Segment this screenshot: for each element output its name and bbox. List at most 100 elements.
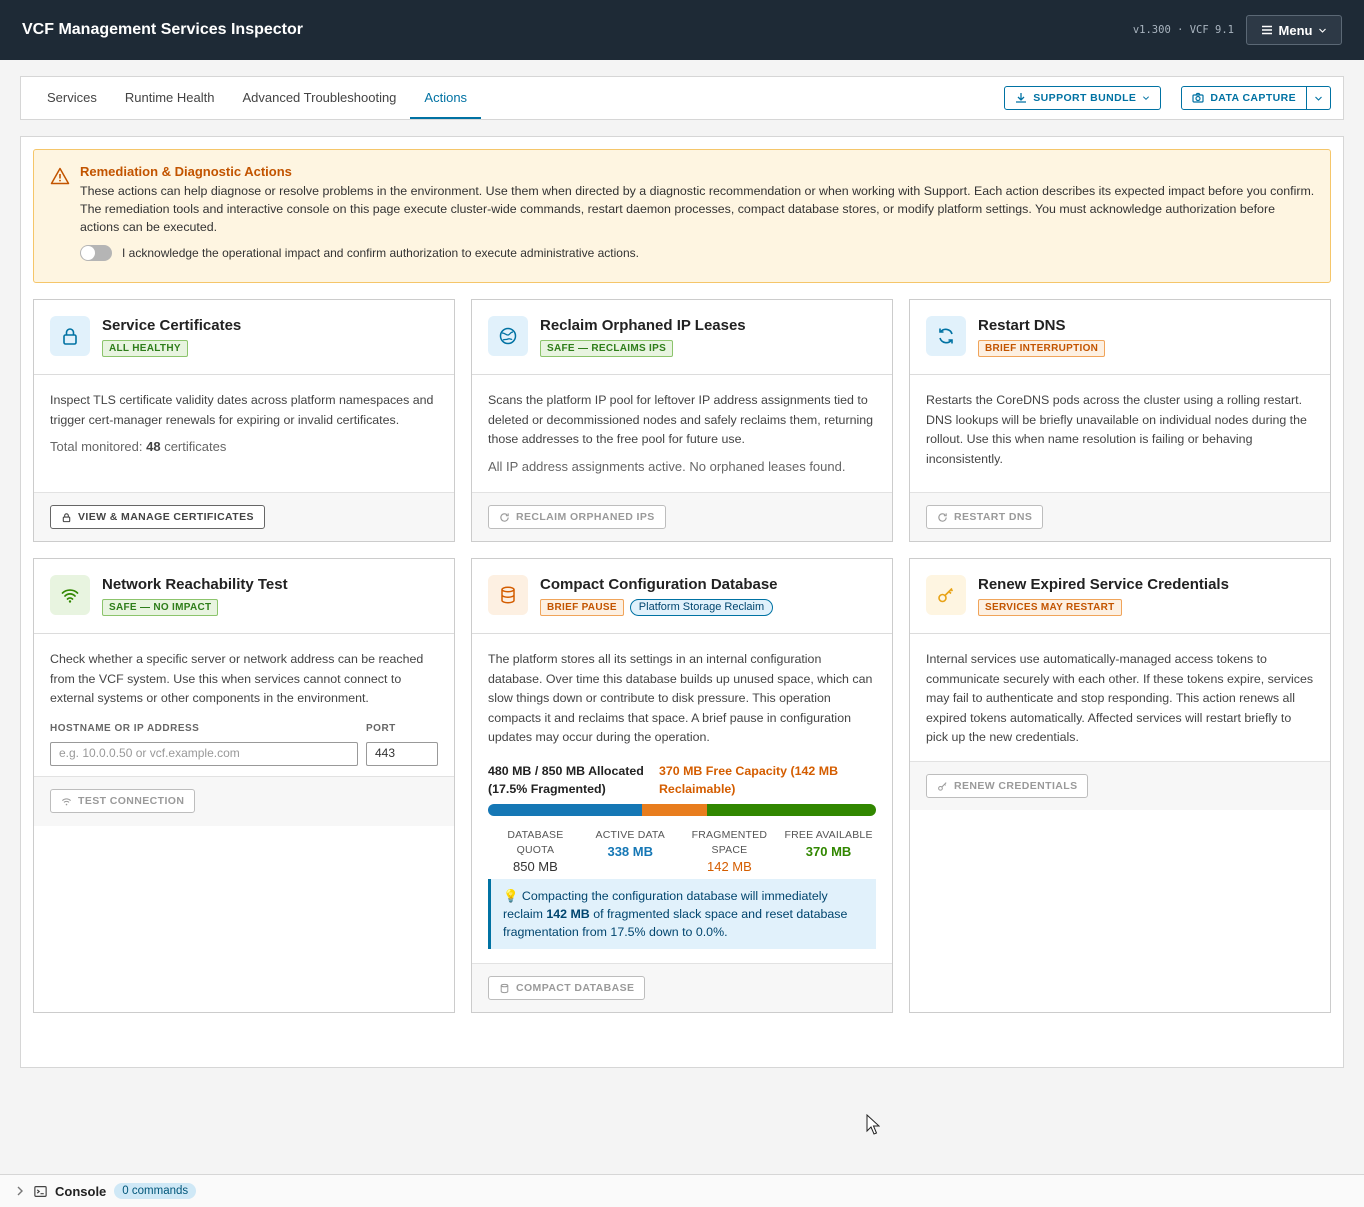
- renew-credentials-button[interactable]: RENEW CREDENTIALS: [926, 774, 1089, 798]
- card-body: Inspect TLS certificate validity dates a…: [34, 375, 454, 473]
- card-description: Check whether a specific server or netwo…: [50, 652, 424, 705]
- count-suffix: certificates: [160, 439, 227, 454]
- view-manage-certificates-button[interactable]: VIEW & MANAGE CERTIFICATES: [50, 505, 265, 529]
- port-input[interactable]: 443: [366, 742, 438, 766]
- data-capture-dropdown-button[interactable]: [1307, 86, 1331, 110]
- console-label: Console: [55, 1183, 107, 1199]
- tab-services[interactable]: Services: [33, 77, 111, 119]
- card-footer: RENEW CREDENTIALS: [910, 761, 1330, 810]
- port-label: PORT: [366, 722, 396, 734]
- storage-usage-bar: [488, 803, 876, 816]
- key-icon: [938, 781, 947, 791]
- card-description: Scans the platform IP pool for leftover …: [488, 393, 873, 446]
- count-prefix: Total monitored:: [50, 439, 147, 454]
- hamburger-icon: [1261, 25, 1272, 35]
- card-body: Restarts the CoreDNS pods across the clu…: [910, 375, 1330, 485]
- support-bundle-label: SUPPORT BUNDLE: [1033, 92, 1137, 104]
- app-title: VCF Management Services Inspector: [22, 21, 303, 38]
- bar-segment-active: [488, 803, 643, 816]
- support-bundle-button[interactable]: SUPPORT BUNDLE: [1004, 86, 1162, 110]
- card-compact-database: Compact Configuration Database BRIEF PAU…: [471, 558, 893, 1013]
- stat-database-quota: DATABASE QUOTA 850 MB: [488, 828, 583, 875]
- card-body: Check whether a specific server or netwo…: [34, 634, 454, 782]
- button-label: RECLAIM ORPHANED IPS: [516, 511, 655, 523]
- chevron-down-icon: [1143, 96, 1150, 101]
- test-connection-button[interactable]: TEST CONNECTION: [50, 789, 196, 813]
- button-label: COMPACT DATABASE: [516, 982, 635, 994]
- allocation-summary: 480 MB / 850 MB Allocated (17.5% Fragmen…: [488, 762, 876, 798]
- card-title: Renew Expired Service Credentials: [978, 576, 1229, 593]
- card-title: Restart DNS: [978, 317, 1066, 334]
- terminal-icon: [34, 1185, 47, 1197]
- card-header: Restart DNS BRIEF INTERRUPTION: [910, 300, 1330, 375]
- download-icon: [1016, 93, 1027, 103]
- card-header: Network Reachability Test SAFE — NO IMPA…: [34, 559, 454, 634]
- chevron-right-icon[interactable]: [14, 1185, 26, 1197]
- card-footer: RECLAIM ORPHANED IPS: [472, 492, 892, 541]
- button-label: TEST CONNECTION: [78, 795, 185, 807]
- authorization-toggle[interactable]: [80, 245, 112, 261]
- free-capacity-text: 370 MB Free Capacity (142 MB Reclaimable…: [658, 763, 839, 796]
- key-icon: [926, 575, 966, 615]
- card-body: The platform stores all its settings in …: [472, 634, 892, 965]
- card-network-reachability: Network Reachability Test SAFE — NO IMPA…: [33, 558, 455, 1013]
- tab-bar: Services Runtime Health Advanced Trouble…: [20, 76, 1344, 120]
- card-title: Reclaim Orphaned IP Leases: [540, 317, 746, 334]
- card-description: Internal services use automatically-mana…: [926, 652, 1314, 744]
- stat-free-available: FREE AVAILABLE 370 MB: [781, 828, 876, 875]
- stat-value: 338 MB: [607, 843, 653, 859]
- category-badge: Platform Storage Reclaim: [629, 599, 774, 616]
- top-bar: VCF Management Services Inspector v1.300…: [0, 0, 1364, 60]
- chevron-down-icon: [1319, 28, 1327, 33]
- warning-alert: Remediation & Diagnostic Actions These a…: [33, 149, 1331, 283]
- console-bar[interactable]: Console 0 commands: [0, 1174, 1364, 1207]
- hostname-label: HOSTNAME OR IP ADDRESS: [50, 722, 200, 734]
- card-body: Internal services use automatically-mana…: [910, 634, 1330, 764]
- warning-icon: [50, 167, 70, 185]
- status-badge: SAFE — RECLAIMS IPS: [540, 340, 674, 357]
- ack-row: I acknowledge the operational impact and…: [80, 245, 1316, 261]
- tab-runtime-health[interactable]: Runtime Health: [111, 77, 229, 119]
- stat-value: 850 MB: [513, 858, 558, 874]
- compact-database-button[interactable]: COMPACT DATABASE: [488, 976, 646, 1000]
- tab-advanced-troubleshooting[interactable]: Advanced Troubleshooting: [228, 77, 410, 119]
- stat-active-data: ACTIVE DATA 338 MB: [583, 828, 678, 875]
- reclaim-orphaned-ips-button[interactable]: RECLAIM ORPHANED IPS: [488, 505, 666, 529]
- stat-label: FRAGMENTED SPACE: [691, 828, 768, 856]
- tab-actions[interactable]: Actions: [410, 77, 482, 119]
- card-footer: COMPACT DATABASE: [472, 963, 892, 1012]
- command-count-badge: 0 commands: [114, 1183, 197, 1199]
- card-renew-credentials: Renew Expired Service Credentials SERVIC…: [909, 558, 1331, 1013]
- card-description: Restarts the CoreDNS pods across the clu…: [926, 393, 1307, 466]
- card-title: Compact Configuration Database: [540, 576, 778, 593]
- lease-status: All IP address assignments active. No or…: [488, 458, 846, 474]
- menu-label: Menu: [1278, 22, 1313, 38]
- card-title: Network Reachability Test: [102, 576, 288, 593]
- refresh-icon: [500, 512, 509, 522]
- status-badge: ALL HEALTHY: [102, 340, 188, 357]
- menu-button[interactable]: Menu: [1246, 15, 1342, 45]
- compaction-info: 💡 Compacting the configuration database …: [488, 878, 876, 949]
- bar-segment-free: [707, 803, 876, 816]
- hostname-input[interactable]: e.g. 10.0.0.50 or vcf.example.com: [50, 742, 358, 766]
- camera-icon: [1192, 92, 1204, 103]
- stat-value: 370 MB: [805, 843, 852, 859]
- card-title: Service Certificates: [102, 317, 242, 334]
- button-label: RESTART DNS: [954, 511, 1033, 523]
- card-description: The platform stores all its settings in …: [488, 652, 873, 744]
- status-badge: SERVICES MAY RESTART: [978, 599, 1122, 616]
- database-icon: [488, 575, 528, 615]
- allocated-text: 480 MB / 850 MB Allocated (17.5% Fragmen…: [488, 763, 644, 796]
- alert-title: Remediation & Diagnostic Actions: [80, 164, 292, 179]
- card-restart-dns: Restart DNS BRIEF INTERRUPTION Restarts …: [909, 299, 1331, 542]
- card-body: Scans the platform IP pool for leftover …: [472, 375, 892, 492]
- card-description: Inspect TLS certificate validity dates a…: [50, 393, 434, 427]
- bar-segment-fragmented: [642, 803, 708, 816]
- data-capture-button[interactable]: DATA CAPTURE: [1181, 86, 1307, 110]
- alert-body: These actions can help diagnose or resol…: [80, 184, 1315, 234]
- button-label: VIEW & MANAGE CERTIFICATES: [78, 511, 254, 523]
- wifi-icon: [62, 797, 71, 805]
- stat-label: ACTIVE DATA: [595, 828, 665, 841]
- restart-dns-button[interactable]: RESTART DNS: [926, 505, 1044, 529]
- card-header: Compact Configuration Database BRIEF PAU…: [472, 559, 892, 634]
